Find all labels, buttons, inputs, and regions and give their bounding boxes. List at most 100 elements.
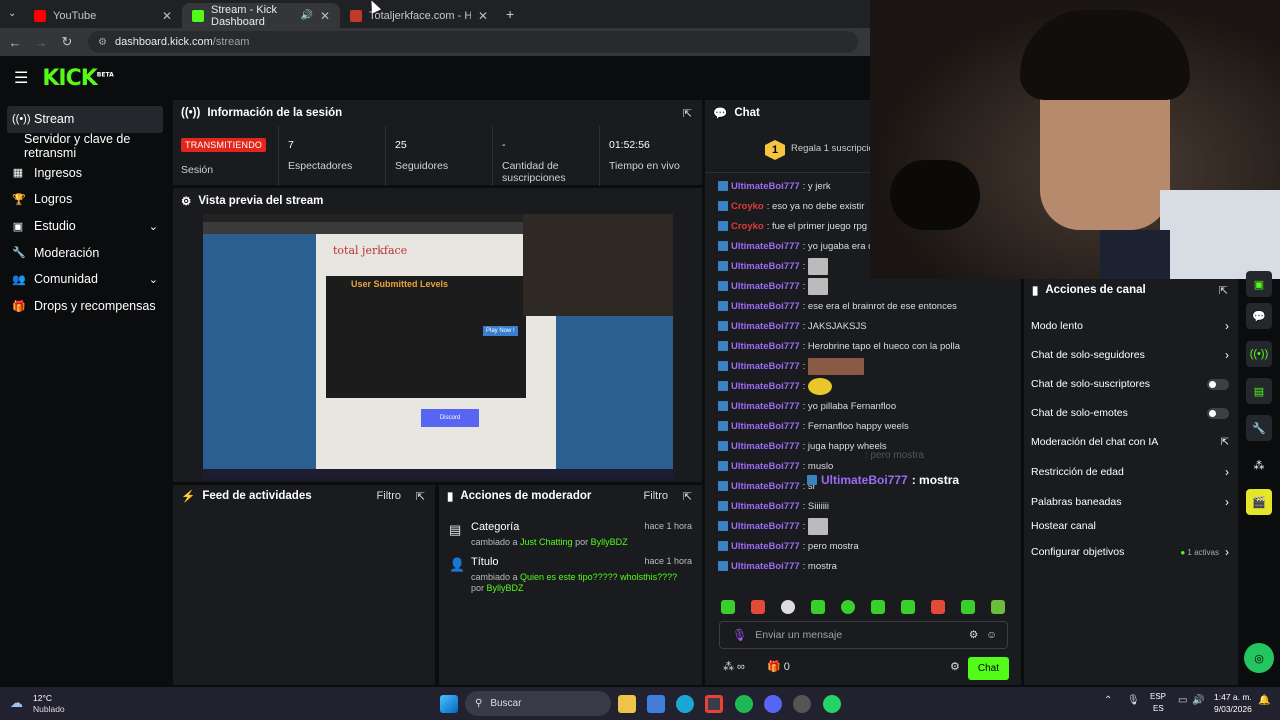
chat-message[interactable]: UltimateBoi777: JAKSJAKSJS	[718, 316, 1008, 336]
emote-icon[interactable]	[931, 600, 945, 614]
emoji-icon[interactable]: ☺	[986, 629, 997, 641]
close-icon[interactable]: ✕	[162, 9, 172, 23]
forward-icon[interactable]: →	[30, 35, 52, 50]
chat-send-button[interactable]: Chat	[967, 657, 1009, 680]
emote-icon[interactable]	[781, 600, 795, 614]
sidebar-item-estudio[interactable]: ▣ Estudio ⌄	[0, 213, 170, 240]
chat-emote-image[interactable]	[808, 277, 829, 295]
url-field[interactable]: ⚙ dashboard.kick.com/stream	[88, 31, 858, 53]
tab-search-icon[interactable]: ⌄	[8, 8, 16, 19]
chat-username[interactable]: UltimateBoi777	[731, 261, 800, 272]
emote-icon[interactable]	[751, 600, 765, 614]
chat-username[interactable]: UltimateBoi777	[731, 441, 800, 452]
chat-message[interactable]: UltimateBoi777:	[718, 376, 1008, 396]
action-emotes-only[interactable]: Chat de solo-emotes	[1031, 407, 1229, 419]
sidebar-item-logros[interactable]: 🏆 Logros	[0, 186, 170, 213]
filter-button[interactable]: Filtro	[377, 490, 401, 502]
chat-emote-image[interactable]	[808, 517, 829, 535]
tab-youtube[interactable]: YouTube ✕	[24, 3, 182, 28]
chat-username[interactable]: UltimateBoi777	[731, 521, 800, 532]
bot-icon[interactable]: ⚙	[969, 629, 978, 641]
action-host-channel[interactable]: Hostear canal	[1031, 520, 1229, 532]
quick-action-icon[interactable]: ▣	[1246, 271, 1272, 297]
back-icon[interactable]: ←	[4, 35, 26, 50]
chat-username[interactable]: UltimateBoi777	[731, 341, 800, 352]
gift-sub-text[interactable]: Regala 1 suscripción	[791, 143, 879, 154]
sidebar-item-comunidad[interactable]: 👥 Comunidad ⌄	[0, 266, 170, 293]
chat-username[interactable]: UltimateBoi777	[731, 561, 800, 572]
chat-username[interactable]: UltimateBoi777	[731, 461, 800, 472]
chat-username[interactable]: UltimateBoi777	[731, 281, 800, 292]
chat-username[interactable]: UltimateBoi777	[731, 501, 800, 512]
emote-icon[interactable]	[841, 600, 855, 614]
chat-message[interactable]: UltimateBoi777: Siiiiiii	[718, 496, 1008, 516]
action-age-restriction[interactable]: Restricción de edad ›	[1031, 465, 1229, 479]
action-banned-words[interactable]: Palabras baneadas ›	[1031, 495, 1229, 509]
chrome-icon[interactable]	[705, 695, 723, 713]
community-icon[interactable]: ⁂	[1246, 452, 1272, 478]
microphone-icon[interactable]: 🎙	[732, 628, 747, 642]
chat-username[interactable]: UltimateBoi777	[731, 321, 800, 332]
weather-icon[interactable]: ☁	[10, 695, 23, 711]
chat-emote-image[interactable]	[808, 357, 865, 375]
chat-username[interactable]: UltimateBoi777	[731, 421, 800, 432]
sidebar-item-ingresos[interactable]: ▦ Ingresos	[0, 159, 170, 186]
popout-icon[interactable]: ⇱	[683, 490, 692, 503]
clock-time[interactable]: 1:47 a. m.	[1214, 692, 1252, 702]
volume-icon[interactable]: 🔊	[1192, 695, 1204, 706]
chat-message[interactable]: UltimateBoi777: Herobrine tapo el hueco …	[718, 336, 1008, 356]
close-icon[interactable]: ✕	[320, 9, 330, 23]
popout-icon[interactable]: ⇱	[683, 107, 692, 120]
chat-message[interactable]: UltimateBoi777:	[718, 276, 1008, 296]
sidebar-item-moderacion[interactable]: 🔧 Moderación	[0, 239, 170, 266]
chat-message[interactable]: UltimateBoi777: pero mostra	[718, 536, 1008, 556]
emote-icon[interactable]	[721, 600, 735, 614]
keyboard-indicator[interactable]: ES	[1153, 704, 1164, 713]
menu-icon[interactable]: ☰	[14, 68, 28, 88]
settings-icon[interactable]: ⚙	[950, 660, 960, 673]
action-ai-moderation[interactable]: Moderación del chat con IA ⇱	[1031, 436, 1229, 448]
sidebar-item-drops[interactable]: 🎁 Drops y recompensas	[0, 293, 170, 320]
chat-username[interactable]: UltimateBoi777	[731, 381, 800, 392]
action-subscribers-only[interactable]: Chat de solo-suscriptores	[1031, 378, 1229, 390]
help-icon[interactable]: ◎	[1244, 643, 1274, 673]
chat-message[interactable]: UltimateBoi777: Fernanfloo happy weels	[718, 416, 1008, 436]
store-icon[interactable]	[647, 695, 665, 713]
chat-message[interactable]: UltimateBoi777: yo pillaba Fernanfloo	[718, 396, 1008, 416]
site-info-icon[interactable]: ⚙	[98, 37, 107, 48]
action-slow-mode[interactable]: Modo lento ›	[1031, 319, 1229, 333]
clock-date[interactable]: 9/03/2026	[1214, 704, 1252, 714]
kick-logo[interactable]: KICKBETA	[42, 66, 113, 91]
popout-icon[interactable]: ⇱	[416, 490, 425, 503]
subscribers-only-toggle[interactable]	[1207, 378, 1229, 390]
broadcast-icon[interactable]: ((•))	[1246, 341, 1272, 367]
chat-username[interactable]: UltimateBoi777	[731, 361, 800, 372]
obs-icon[interactable]	[793, 695, 811, 713]
chat-username[interactable]: UltimateBoi777	[731, 181, 800, 192]
chat-username[interactable]: UltimateBoi777	[731, 301, 800, 312]
sidebar-item-server-key[interactable]: Servidor y clave de retransmi	[0, 132, 170, 160]
edge-icon[interactable]	[676, 695, 694, 713]
tab-kick-dashboard[interactable]: Stream - Kick Dashboard 🔊 ✕	[182, 3, 340, 28]
reload-icon[interactable]: ↻	[56, 34, 78, 50]
tab-totaljerkface[interactable]: Totaljerkface.com - Home Of H... ✕	[340, 3, 498, 28]
emote-icon[interactable]	[961, 600, 975, 614]
layout-icon[interactable]: ▤	[1246, 378, 1272, 404]
new-tab-button[interactable]: +	[506, 6, 514, 22]
wrench-icon[interactable]: 🔧	[1246, 415, 1272, 441]
infinity-icon[interactable]: ⁂ ∞	[723, 660, 745, 673]
taskbar-search[interactable]: ⚲ Buscar	[465, 691, 611, 716]
windows-start-icon[interactable]	[440, 695, 458, 713]
chat-emote-image[interactable]	[808, 257, 829, 275]
clapper-icon[interactable]: 🎬	[1246, 489, 1272, 515]
chat-input[interactable]: 🎙 Enviar un mensaje ⚙ ☺	[719, 621, 1008, 649]
file-explorer-icon[interactable]	[618, 695, 636, 713]
tray-chevron-icon[interactable]: ⌃	[1104, 695, 1112, 706]
filter-button[interactable]: Filtro	[644, 490, 668, 502]
chat-username[interactable]: Croyko	[731, 221, 764, 232]
microphone-icon[interactable]: 🎙	[1127, 695, 1140, 706]
chat-message[interactable]: UltimateBoi777:	[718, 516, 1008, 536]
action-goals[interactable]: Configurar objetivos ● 1 activas ›	[1031, 545, 1229, 559]
spotify-icon[interactable]	[735, 695, 753, 713]
emote-icon[interactable]	[991, 600, 1005, 614]
